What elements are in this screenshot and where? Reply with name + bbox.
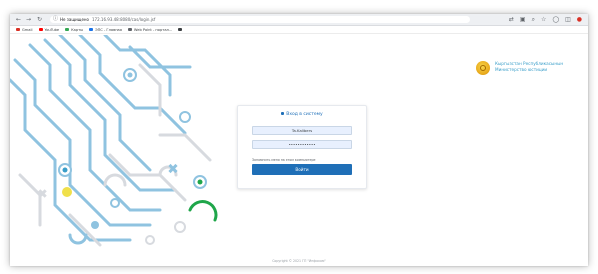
info-icon[interactable]: ⓘ <box>53 16 58 23</box>
bookmark-item[interactable]: YouTube <box>38 27 60 32</box>
back-arrow-icon[interactable]: ← <box>16 14 21 25</box>
security-label: Не защищено <box>60 17 89 22</box>
bookmark-favicon-icon <box>89 28 94 31</box>
password-field[interactable]: •••••••••••• <box>252 140 352 149</box>
bookmarks-bar: Gmail YouTube Карты ЭПС - Главная Web Point … <box>10 26 588 34</box>
bookmark-favicon-icon <box>178 28 183 31</box>
browser-window: ← → ↻ ⓘ Не защищено 172.16.93.48:8080/ca… <box>10 14 588 266</box>
bookmark-label: YouTube <box>44 27 60 32</box>
bookmark-favicon-icon <box>65 28 70 31</box>
bookmark-label: Gmail <box>22 27 33 32</box>
browser-toolbar: ← → ↻ ⓘ Не защищено 172.16.93.48:8080/ca… <box>10 14 588 26</box>
menu-icon[interactable]: ● <box>577 14 582 25</box>
login-form: Вход в систему Ta.Kalibers •••••••••••• … <box>237 105 367 189</box>
url-text[interactable]: 172.16.93.48:8080/cas/login.jsf <box>92 16 155 23</box>
organization-name: Кыргызстан Республикасынын Министерство … <box>495 61 585 72</box>
bookmark-item[interactable]: Карты <box>65 28 83 32</box>
search-icon[interactable]: ⌕ <box>532 14 535 25</box>
login-title: Вход в систему <box>238 112 366 118</box>
address-bar[interactable]: ⓘ Не защищено 172.16.93.48:8080/cas/logi… <box>50 16 470 23</box>
bookmark-item[interactable]: Web Point - портал... <box>127 27 173 32</box>
translate-icon[interactable]: ⇄ <box>509 14 514 25</box>
decorative-circuit-graphic <box>10 35 218 247</box>
bookmark-item[interactable]: Gmail <box>16 28 33 32</box>
star-icon[interactable]: ☆ <box>541 14 546 25</box>
extensions-icon[interactable]: ▣ <box>520 14 526 25</box>
login-button[interactable]: Войти <box>252 164 352 175</box>
bookmark-favicon-icon <box>38 28 43 31</box>
remember-me-checkbox[interactable]: Запомнить меня на этом компьютере <box>252 158 315 162</box>
bookmark-item[interactable]: ЭПС - Главная <box>89 28 122 32</box>
username-field[interactable]: Ta.Kalibers <box>252 126 352 135</box>
bookmark-favicon-icon <box>127 28 132 31</box>
profile-icon[interactable]: ◯ <box>552 14 559 25</box>
bookmark-item[interactable] <box>178 28 184 31</box>
bookmark-favicon-icon <box>16 28 20 31</box>
footer-copyright: Copyright © 2021 ГП "Инфоком" <box>272 259 326 263</box>
bookmark-label: Карты <box>71 27 84 32</box>
toolbar-actions: ⇄ ▣ ⌕ ☆ ◯ ◫ ● <box>509 14 582 25</box>
login-icon <box>281 112 285 115</box>
login-page: Кыргызстан Республикасынын Министерство … <box>10 35 588 266</box>
organization-logo: Кыргызстан Республикасынын Министерство … <box>476 61 586 81</box>
state-emblem-icon <box>476 61 490 75</box>
window-icon[interactable]: ◫ <box>565 14 571 25</box>
bookmark-label: Web Point - портал... <box>133 27 173 32</box>
forward-arrow-icon[interactable]: → <box>26 14 31 25</box>
reload-icon[interactable]: ↻ <box>37 14 42 25</box>
bookmark-label: ЭПС - Главная <box>95 27 122 32</box>
login-title-text: Вход в систему <box>286 112 323 117</box>
org-name-line2: Министерство юстиции <box>495 66 548 72</box>
